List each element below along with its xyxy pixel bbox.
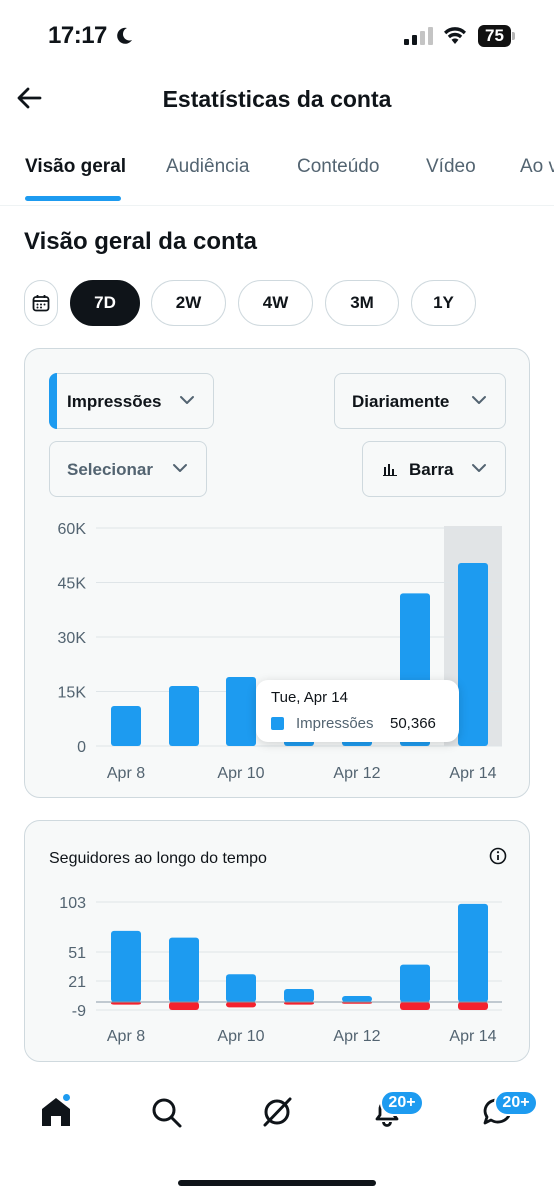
- page-title: Estatísticas da conta: [162, 86, 392, 112]
- tab-overview[interactable]: Visão geral: [25, 156, 126, 178]
- moon-icon: [117, 27, 132, 44]
- interval-dropdown[interactable]: Diariamente: [334, 373, 506, 429]
- compare-dropdown-label: Selecionar: [67, 460, 153, 479]
- home-indicator: [178, 1180, 376, 1186]
- compare-dropdown[interactable]: Selecionar: [49, 441, 207, 497]
- tooltip-date: Tue, Apr 14: [271, 689, 348, 706]
- info-icon[interactable]: [489, 847, 507, 865]
- metric-dropdown[interactable]: Impressões: [49, 373, 214, 429]
- series-color-marker: [49, 373, 57, 429]
- tab-bar: Visão geral Audiência Conteúdo Vídeo Ao …: [0, 150, 554, 206]
- bottom-nav: 20+ 20+: [0, 1082, 554, 1152]
- tab-live[interactable]: Ao v: [520, 156, 554, 178]
- chart-type-dropdown[interactable]: Barra: [362, 441, 506, 497]
- range-1y-button[interactable]: 1Y: [411, 280, 476, 326]
- chevron-down-icon: [472, 464, 486, 472]
- notifications-badge: 20+: [380, 1090, 424, 1116]
- tab-audience[interactable]: Audiência: [166, 156, 249, 178]
- followers-card-title: Seguidores ao longo do tempo: [49, 850, 267, 867]
- tab-indicator: [25, 196, 121, 201]
- battery-level: 75: [478, 25, 511, 47]
- chart-type-dropdown-label: Barra: [409, 460, 454, 479]
- chevron-down-icon: [472, 396, 486, 404]
- tooltip-series-name: Impressões: [296, 715, 374, 732]
- interval-dropdown-label: Diariamente: [352, 392, 450, 411]
- range-7d-button[interactable]: 7D: [70, 280, 140, 326]
- messages-badge: 20+: [494, 1090, 538, 1116]
- bar-chart-icon: [383, 464, 397, 476]
- tooltip-series-swatch: [271, 717, 284, 730]
- home-unread-dot: [62, 1093, 71, 1102]
- search-icon[interactable]: [146, 1092, 186, 1132]
- chevron-down-icon: [180, 396, 194, 404]
- wifi-icon: [444, 27, 466, 44]
- tooltip-value: 50,366: [390, 715, 436, 732]
- range-2w-button[interactable]: 2W: [151, 280, 226, 326]
- calendar-button[interactable]: [24, 280, 58, 326]
- tab-content[interactable]: Conteúdo: [297, 156, 379, 178]
- signal-icon: [404, 27, 433, 45]
- status-time: 17:17: [48, 22, 107, 49]
- chevron-down-icon: [173, 464, 187, 472]
- range-4w-button[interactable]: 4W: [238, 280, 313, 326]
- chart-tooltip: Tue, Apr 14 Impressões 50,366: [256, 680, 459, 742]
- followers-card: Seguidores ao longo do tempo: [24, 820, 530, 1062]
- header: Estatísticas da conta: [0, 70, 554, 128]
- section-title: Visão geral da conta: [24, 228, 257, 255]
- calendar-icon: [32, 295, 50, 312]
- range-3m-button[interactable]: 3M: [325, 280, 399, 326]
- status-bar: 17:17 75: [0, 0, 554, 70]
- tab-video[interactable]: Vídeo: [426, 156, 476, 178]
- metric-dropdown-label: Impressões: [67, 392, 162, 411]
- grok-icon[interactable]: [257, 1092, 297, 1132]
- battery-icon: 75: [478, 25, 516, 47]
